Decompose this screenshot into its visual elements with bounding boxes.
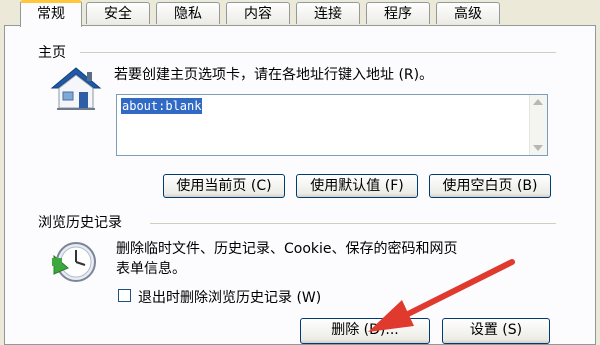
tab-programs[interactable]: 程序 (366, 2, 430, 24)
history-description-line1: 删除临时文件、历史记录、Cookie、保存的密码和网页 (116, 241, 458, 257)
home-description: 若要创建主页选项卡，请在各地址行键入地址 (R)。 (114, 67, 434, 83)
home-url-value: about:blank (121, 98, 203, 114)
history-group-divider (150, 223, 556, 224)
use-blank-page-button[interactable]: 使用空白页 (B) (429, 174, 551, 198)
delete-history-on-exit-label[interactable]: 退出时删除浏览历史记录 (W) (138, 287, 321, 307)
home-url-textarea[interactable]: about:blank (116, 94, 548, 156)
home-group-title: 主页 (38, 42, 70, 62)
url-scrollbar[interactable] (529, 95, 547, 155)
tab-strip: 常规 安全 隐私 内容 连接 程序 高级 (0, 0, 600, 27)
history-description-line2: 表单信息。 (116, 261, 186, 277)
scroll-down-arrow-icon[interactable] (533, 145, 543, 151)
tab-privacy[interactable]: 隐私 (156, 2, 220, 24)
history-settings-button[interactable]: 设置 (S) (442, 318, 550, 344)
tab-general[interactable]: 常规 (20, 0, 82, 27)
use-default-button[interactable]: 使用默认值 (F) (296, 174, 418, 198)
use-current-page-button[interactable]: 使用当前页 (C) (163, 174, 285, 198)
delete-history-on-exit-checkbox[interactable] (118, 289, 131, 302)
home-group-divider (80, 52, 556, 53)
tab-connections[interactable]: 连接 (296, 2, 360, 24)
tab-advanced[interactable]: 高级 (436, 2, 500, 24)
history-group-title: 浏览历史记录 (38, 212, 126, 232)
scroll-up-arrow-icon[interactable] (533, 99, 543, 105)
delete-history-button[interactable]: 删除 (D)... (300, 318, 430, 344)
home-icon (50, 66, 102, 112)
tab-content[interactable]: 内容 (226, 2, 290, 24)
history-clock-icon (50, 238, 100, 284)
tab-security[interactable]: 安全 (86, 2, 150, 24)
